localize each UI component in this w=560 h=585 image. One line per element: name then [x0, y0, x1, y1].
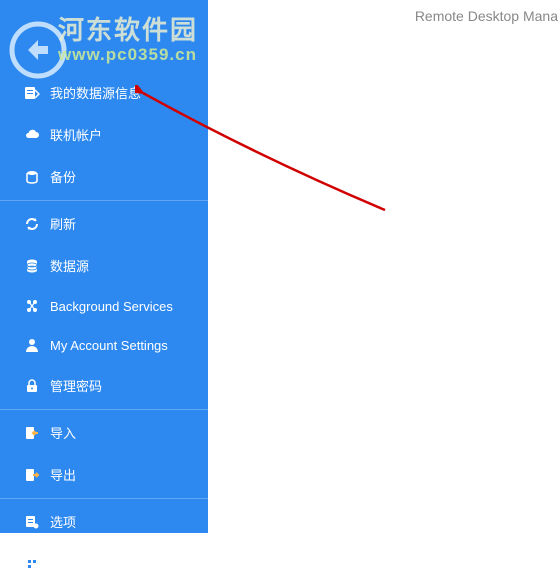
menu-item-label: 导出	[50, 465, 76, 484]
menu-item-label: 模板	[50, 554, 76, 573]
menu-item-label: Background Services	[50, 299, 173, 314]
menu-item-label: 刷新	[50, 214, 76, 233]
menu-item-label: 数据源	[50, 256, 89, 275]
menu: 我的数据源信息 联机帐户 备份 刷新 数据源	[0, 0, 208, 585]
menu-item-label: 联机帐户	[50, 125, 102, 144]
main-area: Remote Desktop Mana	[208, 0, 560, 533]
menu-item-label: 我的数据源信息	[50, 83, 141, 102]
menu-item-label: 选项	[50, 512, 76, 531]
export-icon	[24, 467, 40, 483]
menu-item-label: 导入	[50, 423, 76, 442]
menu-item-datasource[interactable]: 数据源	[0, 245, 208, 287]
menu-item-refresh[interactable]: 刷新	[0, 203, 208, 245]
window-title: Remote Desktop Mana	[415, 8, 558, 24]
cloud-icon	[24, 127, 40, 143]
menu-item-backup[interactable]: 备份	[0, 156, 208, 201]
menu-item-manage-password[interactable]: 管理密码	[0, 365, 208, 410]
menu-item-label: 备份	[50, 167, 76, 186]
options-icon	[24, 514, 40, 530]
menu-item-export[interactable]: 导出	[0, 454, 208, 499]
menu-item-online-account[interactable]: 联机帐户	[0, 114, 208, 156]
menu-item-options[interactable]: 选项	[0, 501, 208, 543]
lock-icon	[24, 378, 40, 394]
refresh-icon	[24, 216, 40, 232]
datasource-info-icon	[24, 85, 40, 101]
menu-item-background-services[interactable]: Background Services	[0, 287, 208, 326]
menu-item-label: 管理密码	[50, 376, 102, 395]
services-icon	[24, 298, 40, 314]
import-icon	[24, 425, 40, 441]
sidebar: 河东软件园 www.pc0359.cn 我的数据源信息 联机帐户 备份	[0, 0, 208, 533]
user-icon	[24, 337, 40, 353]
database-icon	[24, 258, 40, 274]
menu-item-account-settings[interactable]: My Account Settings	[0, 326, 208, 365]
backup-icon	[24, 169, 40, 185]
template-icon	[24, 556, 40, 572]
menu-item-datasource-info[interactable]: 我的数据源信息	[0, 72, 208, 114]
menu-item-label: My Account Settings	[50, 338, 168, 353]
menu-item-import[interactable]: 导入	[0, 412, 208, 454]
menu-item-template[interactable]: 模板	[0, 543, 208, 585]
